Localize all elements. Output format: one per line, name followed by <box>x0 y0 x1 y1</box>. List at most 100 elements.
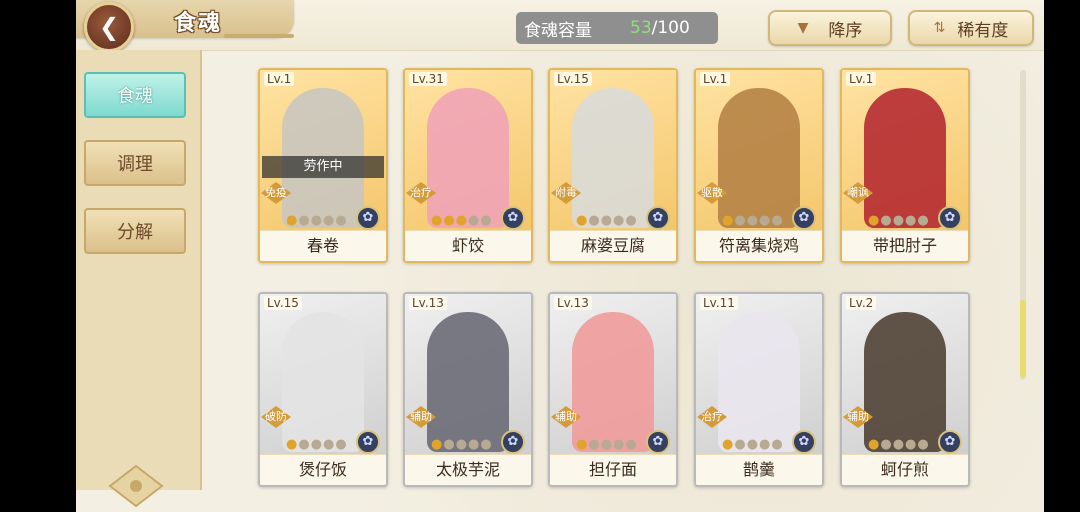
sort-field-button[interactable]: ⇅ 稀有度 <box>908 10 1034 46</box>
sidebar-item-label: 分解 <box>117 222 153 243</box>
star-icon: ● <box>455 213 469 228</box>
star-icon: ● <box>625 437 638 452</box>
sidebar-item-label: 调理 <box>117 154 153 175</box>
star-icon: ● <box>905 213 918 228</box>
character-figure <box>718 312 800 452</box>
star-icon: ● <box>600 437 614 452</box>
star-icon: ● <box>443 437 456 452</box>
card-level: Lv.11 <box>700 296 738 310</box>
sidebar-item-label: 食魂 <box>117 86 153 107</box>
star-icon: ● <box>868 213 881 228</box>
card-name: 太极芋泥 <box>405 454 531 485</box>
food-soul-card[interactable]: Lv.15 附毒 ●●●●● ✿ 麻婆豆腐 <box>548 68 678 263</box>
card-name: 煲仔饭 <box>260 454 386 485</box>
triangle-down-icon: ▼ <box>797 20 809 36</box>
star-icon: ● <box>468 437 481 452</box>
star-icon: ● <box>722 437 735 452</box>
capacity-max: /100 <box>651 18 690 38</box>
star-icon: ● <box>298 437 311 452</box>
character-figure <box>718 88 800 228</box>
star-icon: ● <box>917 213 930 228</box>
card-name: 麻婆豆腐 <box>550 230 676 261</box>
star-icon: ● <box>771 213 784 228</box>
food-soul-card[interactable]: Lv.1 驱散 ●●●●● ✿ 符离集烧鸡 <box>694 68 824 263</box>
card-name: 鹊羹 <box>696 454 822 485</box>
character-figure <box>427 88 509 228</box>
star-rating: ●●●●● <box>576 213 638 228</box>
food-soul-card[interactable]: Lv.31 治疗 ●●●●● ✿ 虾饺 <box>403 68 533 263</box>
card-level: Lv.1 <box>264 72 295 86</box>
star-icon: ● <box>588 437 601 452</box>
ornament-icon <box>108 464 164 508</box>
character-figure <box>282 312 364 452</box>
back-button[interactable]: ❮ <box>84 2 134 52</box>
working-status: 劳作中 <box>262 156 384 178</box>
game-screen: ❮ 食魂 食魂容量 53 /100 ▼ 降序 ⇅ 稀有度 食魂 调理 分解 Lv… <box>76 0 1044 512</box>
star-rating: ●●●●● <box>868 213 930 228</box>
card-level: Lv.15 <box>264 296 302 310</box>
card-name: 春卷 <box>260 230 386 261</box>
food-soul-card[interactable]: Lv.13 辅助 ●●●●● ✿ 太极芋泥 <box>403 292 533 487</box>
sidebar-item-fenjie[interactable]: 分解 <box>84 208 186 254</box>
scrollbar-thumb[interactable] <box>1020 300 1026 378</box>
star-rating: ●●●●● <box>868 437 930 452</box>
star-icon: ● <box>905 437 918 452</box>
food-soul-card[interactable]: Lv.1 嘲讽 ●●●●● ✿ 带把肘子 <box>840 68 970 263</box>
sidebar-item-shihun[interactable]: 食魂 <box>84 72 186 118</box>
chevron-left-icon: ❮ <box>98 13 120 41</box>
sort-order-button[interactable]: ▼ 降序 <box>768 10 892 46</box>
star-icon: ● <box>759 213 772 228</box>
star-rating: ●●●●● <box>576 437 638 452</box>
sort-field-label: 稀有度 <box>957 20 1009 41</box>
element-icon: ✿ <box>501 430 525 454</box>
star-icon: ● <box>892 437 906 452</box>
star-icon: ● <box>335 437 348 452</box>
star-icon: ● <box>310 213 324 228</box>
star-icon: ● <box>588 213 601 228</box>
star-icon: ● <box>480 213 493 228</box>
card-name: 担仔面 <box>550 454 676 485</box>
star-icon: ● <box>734 213 747 228</box>
food-soul-card[interactable]: Lv.15 破防 ●●●●● ✿ 煲仔饭 <box>258 292 388 487</box>
card-name: 符离集烧鸡 <box>696 230 822 261</box>
character-figure <box>864 88 946 228</box>
star-icon: ● <box>431 213 444 228</box>
star-icon: ● <box>443 213 456 228</box>
element-icon: ✿ <box>792 206 816 230</box>
card-level: Lv.13 <box>554 296 592 310</box>
star-icon: ● <box>746 437 760 452</box>
food-soul-card[interactable]: Lv.2 辅助 ●●●●● ✿ 蚵仔煎 <box>840 292 970 487</box>
food-soul-card[interactable]: Lv.11 治疗 ●●●●● ✿ 鹊羹 <box>694 292 824 487</box>
card-level: Lv.1 <box>846 72 877 86</box>
star-icon: ● <box>771 437 784 452</box>
food-soul-card[interactable]: Lv.1 劳作中 免疫 ●●●●● ✿ 春卷 <box>258 68 388 263</box>
star-icon: ● <box>286 213 299 228</box>
character-figure <box>572 88 654 228</box>
star-rating: ●●●●● <box>722 213 784 228</box>
card-level: Lv.1 <box>700 72 731 86</box>
sort-arrows-icon: ⇅ <box>933 20 946 36</box>
star-rating: ●●●●● <box>431 437 493 452</box>
star-icon: ● <box>286 437 299 452</box>
capacity-label: 食魂容量 <box>524 20 592 41</box>
element-icon: ✿ <box>356 206 380 230</box>
star-icon: ● <box>323 437 336 452</box>
food-soul-card[interactable]: Lv.13 辅助 ●●●●● ✿ 担仔面 <box>548 292 678 487</box>
star-rating: ●●●●● <box>286 213 348 228</box>
card-level: Lv.13 <box>409 296 447 310</box>
element-icon: ✿ <box>646 430 670 454</box>
character-figure <box>864 312 946 452</box>
star-icon: ● <box>892 213 906 228</box>
capacity-current: 53 <box>630 18 652 38</box>
star-icon: ● <box>600 213 614 228</box>
star-icon: ● <box>722 213 735 228</box>
star-icon: ● <box>455 437 469 452</box>
star-icon: ● <box>310 437 324 452</box>
card-name: 蚵仔煎 <box>842 454 968 485</box>
element-icon: ✿ <box>646 206 670 230</box>
card-level: Lv.2 <box>846 296 877 310</box>
star-icon: ● <box>917 437 930 452</box>
sidebar-item-tiaoli[interactable]: 调理 <box>84 140 186 186</box>
capacity-indicator: 食魂容量 53 /100 <box>516 12 718 44</box>
card-level: Lv.15 <box>554 72 592 86</box>
